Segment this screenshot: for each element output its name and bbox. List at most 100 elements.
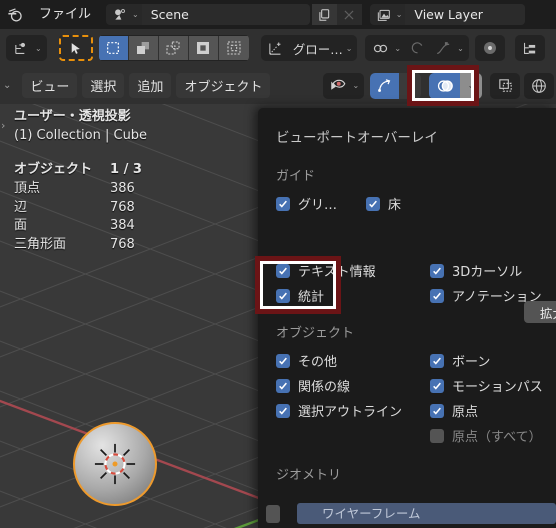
checkbox-wireframe[interactable] bbox=[266, 504, 280, 523]
blender-logo-icon[interactable] bbox=[0, 0, 30, 29]
stat-row-faces: 面 384 bbox=[14, 218, 135, 234]
statistics-checkbox[interactable]: 統計 bbox=[276, 283, 412, 308]
chevron-down-icon[interactable]: ⌄ bbox=[132, 10, 139, 19]
menu-object[interactable]: オブジェクト bbox=[176, 73, 271, 98]
checkbox-extras[interactable]: その他 bbox=[276, 348, 412, 373]
objects-rows: その他 関係の線 選択アウトライン ボーン モーションパス 原点 原点（すべて） bbox=[258, 348, 556, 448]
remove-scene-icon[interactable] bbox=[336, 4, 362, 25]
gizmo-group[interactable]: ⌄ bbox=[370, 72, 422, 99]
checkbox-floor[interactable]: 床 bbox=[366, 191, 418, 216]
proportional-edit-icon[interactable] bbox=[404, 36, 430, 60]
checkbox-box[interactable] bbox=[430, 288, 444, 303]
checkbox-3d-cursor-label: 3Dカーソル bbox=[452, 265, 523, 280]
checkbox-text-info[interactable]: テキスト情報 bbox=[276, 258, 412, 283]
copy-scene-icon[interactable] bbox=[311, 4, 337, 25]
checkbox-box[interactable] bbox=[276, 196, 290, 211]
scene-selector-block: ⌄ Scene bbox=[106, 4, 310, 25]
menu-view[interactable]: ビュー bbox=[22, 73, 78, 98]
menu-select[interactable]: 選択 bbox=[82, 73, 125, 98]
chevron-down-icon[interactable]: ⌄ bbox=[346, 44, 353, 53]
checkbox-box[interactable] bbox=[430, 378, 444, 393]
chevron-down-icon[interactable]: ⌄ bbox=[352, 81, 359, 90]
checkbox-bones[interactable]: ボーン bbox=[430, 348, 548, 373]
outliner-filter-group[interactable] bbox=[514, 35, 545, 61]
checkbox-box[interactable] bbox=[430, 428, 444, 443]
select-invert-icon[interactable] bbox=[188, 36, 219, 60]
select-cursor-icon[interactable] bbox=[58, 35, 93, 61]
checkbox-box[interactable] bbox=[430, 263, 444, 278]
view-name-label: ユーザー・透視投影 bbox=[14, 109, 131, 124]
blender-window: ファイル ⌄ Scene ⌄ View Layer ⌄ グロー… ⌄ ⌄ ⌄ ⌄… bbox=[0, 0, 556, 528]
geometry-section-title: ジオメトリ bbox=[276, 468, 342, 483]
checkbox-box[interactable] bbox=[430, 403, 444, 418]
checkbox-box[interactable] bbox=[276, 263, 290, 278]
checkbox-box[interactable] bbox=[430, 353, 444, 368]
checkbox-motion-paths[interactable]: モーションパス bbox=[430, 373, 548, 398]
snap-target-icon[interactable] bbox=[477, 36, 503, 60]
checkbox-box[interactable] bbox=[276, 403, 290, 418]
viewport-header-row: ⌄ ビュー 選択 追加 オブジェクト ⌄ ⌄ ⌄ bbox=[0, 67, 556, 104]
checkbox-extras-label: その他 bbox=[298, 355, 338, 370]
select-mode-group bbox=[98, 35, 249, 61]
viewport-statistics-overlay: ユーザー・透視投影 (1) Collection | Cube オブジェクト 1… bbox=[14, 110, 254, 256]
select-intersect-icon[interactable] bbox=[218, 36, 249, 60]
checkbox-text-info-label: テキスト情報 bbox=[298, 265, 376, 280]
checkbox-box[interactable] bbox=[276, 378, 290, 393]
viewport-overlays-popover: ビューポートオーバーレイ ガイド グリ… 床 拡 テキスト情報 統計 3Dカーソ… bbox=[258, 108, 556, 528]
checkbox-grid[interactable]: グリ… bbox=[276, 191, 337, 216]
chevron-down-icon[interactable]: ⌄ bbox=[396, 10, 403, 19]
menu-file[interactable]: ファイル bbox=[30, 0, 100, 29]
editor-type-icon[interactable] bbox=[8, 36, 34, 60]
xray-group[interactable] bbox=[490, 72, 521, 99]
menu-add[interactable]: 追加 bbox=[129, 73, 172, 98]
checkbox-origins-all[interactable]: 原点（すべて） bbox=[430, 423, 548, 448]
checkbox-box[interactable] bbox=[276, 288, 290, 303]
scene-name-field[interactable]: Scene bbox=[141, 4, 310, 25]
chevron-down-icon[interactable]: ⌄ bbox=[3, 80, 11, 91]
select-subtract-icon[interactable] bbox=[158, 36, 189, 60]
view-layer-selector-block: ⌄ View Layer bbox=[369, 4, 526, 25]
outliner-filter-icon[interactable] bbox=[517, 36, 543, 60]
checkbox-bones-label: ボーン bbox=[452, 355, 491, 370]
object-visibility-group[interactable]: ⌄ bbox=[323, 72, 365, 99]
falloff-curve-icon[interactable] bbox=[430, 36, 456, 60]
select-box-icon[interactable] bbox=[98, 36, 129, 60]
chevron-down-icon[interactable]: ⌄ bbox=[457, 44, 464, 53]
shading-group[interactable] bbox=[524, 72, 555, 99]
chevron-down-icon[interactable]: ⌄ bbox=[35, 44, 42, 53]
transform-orientation-icon[interactable] bbox=[263, 36, 289, 60]
snap-target-group[interactable] bbox=[474, 35, 505, 61]
grid-scale-slider[interactable]: 拡大縮小 1.000 bbox=[524, 301, 556, 323]
select-extend-icon[interactable] bbox=[128, 36, 159, 60]
wireframe-slider[interactable]: ワイヤーフレーム bbox=[297, 503, 556, 524]
checkbox-relationship-lines[interactable]: 関係の線 bbox=[276, 373, 412, 398]
checkbox-outline-selected[interactable]: 選択アウトライン bbox=[276, 398, 412, 423]
scene-icon[interactable] bbox=[106, 4, 131, 25]
transform-orientation-group[interactable]: グロー… ⌄ bbox=[260, 35, 358, 61]
gizmo-dropdown-chevron-icon[interactable]: ⌄ bbox=[399, 72, 422, 99]
stat-row-triangles: 三角形面 768 bbox=[14, 236, 135, 252]
toggle-xray-icon[interactable] bbox=[492, 74, 518, 98]
checkbox-box[interactable] bbox=[276, 353, 290, 368]
wireframe-row: ワイヤーフレーム bbox=[266, 503, 556, 524]
chevron-down-icon[interactable]: ⌄ bbox=[394, 44, 401, 53]
overlay-dropdown-button[interactable]: ⌄ bbox=[429, 72, 483, 99]
view-layer-name-field[interactable]: View Layer bbox=[405, 4, 526, 25]
overlays-icon[interactable] bbox=[429, 72, 461, 99]
stat-row-vertices: 頂点 386 bbox=[14, 180, 135, 196]
transform-orientation-label[interactable]: グロー… bbox=[289, 39, 345, 58]
checkbox-relationship-lines-label: 関係の線 bbox=[298, 380, 351, 395]
snap-group: ⌄ ⌄ bbox=[365, 35, 469, 61]
shading-wireframe-icon[interactable] bbox=[526, 74, 552, 98]
checkbox-outline-selected-label: 選択アウトライン bbox=[298, 405, 403, 420]
object-visibility-icon[interactable] bbox=[325, 74, 351, 98]
scene-collection-label: (1) Collection | Cube bbox=[14, 127, 148, 143]
view-layer-icon[interactable] bbox=[370, 4, 395, 25]
gizmo-icon[interactable] bbox=[370, 72, 400, 99]
sidebar-collapse-arrow-icon[interactable]: › bbox=[1, 119, 5, 132]
chevron-down-icon[interactable]: ⌄ bbox=[460, 72, 483, 99]
snap-magnet-icon[interactable] bbox=[367, 36, 393, 60]
checkbox-origins[interactable]: 原点 bbox=[430, 398, 548, 423]
checkbox-3d-cursor[interactable]: 3Dカーソル bbox=[430, 258, 548, 283]
checkbox-box[interactable] bbox=[366, 196, 380, 211]
